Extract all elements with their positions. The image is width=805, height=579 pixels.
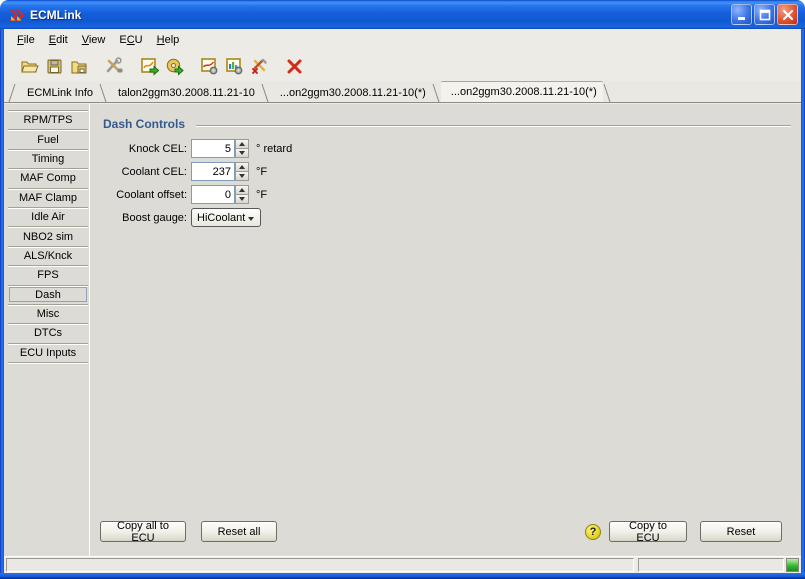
- close-red-x-icon[interactable]: [283, 55, 305, 77]
- menu-ecu[interactable]: ECU: [112, 31, 149, 49]
- minimize-button[interactable]: [731, 4, 752, 25]
- minimize-icon: [736, 9, 748, 21]
- chevron-down-icon: [248, 217, 254, 221]
- coolant-offset-spinner: [235, 185, 249, 204]
- boost-gauge-dropdown[interactable]: HiCoolant: [191, 208, 261, 227]
- coolant-offset-row: Coolant offset: 0 °F: [90, 185, 267, 204]
- coolant-cel-input[interactable]: 237: [191, 162, 235, 181]
- reset-button[interactable]: Reset: [700, 521, 782, 542]
- spin-up-button[interactable]: [235, 185, 249, 195]
- triangle-down-icon: [239, 151, 245, 155]
- sidebar-item-idle-air[interactable]: Idle Air: [8, 208, 88, 227]
- menu-file[interactable]: File: [10, 31, 42, 49]
- field-unit: °F: [256, 189, 267, 201]
- title-bar[interactable]: ECMLink: [0, 0, 805, 29]
- tab-separator: [99, 82, 108, 102]
- group-divider: [196, 125, 791, 126]
- triangle-up-icon: [239, 188, 245, 192]
- tools-icon[interactable]: [103, 55, 125, 77]
- open-file-icon[interactable]: [18, 55, 40, 77]
- tab-separator: [432, 82, 441, 102]
- tab-separator: [603, 82, 612, 102]
- triangle-up-icon: [239, 142, 245, 146]
- triangle-up-icon: [239, 165, 245, 169]
- status-message-panel: [6, 558, 634, 572]
- coolant-cel-row: Coolant CEL: 237 °F: [90, 162, 267, 181]
- toolbar: [4, 51, 801, 81]
- close-icon: [782, 9, 794, 21]
- window-border-right: [801, 29, 805, 579]
- knock-cel-input[interactable]: 5: [191, 139, 235, 158]
- dropdown-value: HiCoolant: [197, 212, 245, 224]
- tab-file-2[interactable]: ...on2ggm30.2008.11.21-10(*): [270, 83, 432, 102]
- client-area: File Edit View ECU Help: [4, 29, 801, 573]
- field-label: Boost gauge:: [90, 212, 187, 224]
- sidebar-item-ecu-inputs[interactable]: ECU Inputs: [8, 344, 88, 363]
- field-label: Coolant CEL:: [90, 166, 187, 178]
- tab-file-1[interactable]: talon2ggm30.2008.11.21-10: [108, 83, 261, 102]
- table-settings-color-icon[interactable]: [223, 55, 245, 77]
- sidebar-item-maf-clamp[interactable]: MAF Clamp: [8, 189, 88, 208]
- tab-page: RPM/TPS Fuel Timing MAF Comp MAF Clamp I…: [4, 104, 801, 557]
- reset-all-button[interactable]: Reset all: [201, 521, 277, 542]
- copy-all-to-ecu-button[interactable]: Copy all to ECU: [100, 521, 186, 542]
- spin-down-button[interactable]: [235, 172, 249, 181]
- close-button[interactable]: [777, 4, 798, 25]
- menu-bar: File Edit View ECU Help: [4, 29, 801, 51]
- window-border-bottom: [0, 573, 805, 579]
- ecmlink-window: ECMLink File Edit View ECU Help: [0, 0, 805, 579]
- maximize-button[interactable]: [754, 4, 775, 25]
- sidebar-item-fuel[interactable]: Fuel: [8, 130, 88, 149]
- app-logo-icon: [7, 6, 25, 24]
- field-label: Knock CEL:: [90, 143, 187, 155]
- sidebar-item-dtcs[interactable]: DTCs: [8, 324, 88, 343]
- sidebar-item-maf-comp[interactable]: MAF Comp: [8, 169, 88, 188]
- import-log-icon[interactable]: [138, 55, 160, 77]
- coolant-offset-input[interactable]: 0: [191, 185, 235, 204]
- knock-cel-spinner: [235, 139, 249, 158]
- tab-separator: [261, 82, 270, 102]
- sidebar-item-dash[interactable]: Dash: [8, 286, 88, 305]
- table-settings-icon[interactable]: [198, 55, 220, 77]
- triangle-down-icon: [239, 197, 245, 201]
- coolant-cel-spinner: [235, 162, 249, 181]
- group-title: Dash Controls: [103, 117, 185, 131]
- maximize-icon: [759, 9, 771, 21]
- status-secondary-panel: [638, 558, 784, 572]
- save-as-icon[interactable]: [68, 55, 90, 77]
- sidebar-item-als-knck[interactable]: ALS/Knck: [8, 247, 88, 266]
- connection-status-led: [786, 558, 799, 572]
- boost-gauge-row: Boost gauge: HiCoolant: [90, 208, 261, 227]
- window-title: ECMLink: [30, 8, 81, 22]
- copy-to-ecu-button[interactable]: Copy to ECU: [609, 521, 687, 542]
- sidebar-item-timing[interactable]: Timing: [8, 150, 88, 169]
- help-icon[interactable]: ?: [585, 524, 601, 540]
- menu-view[interactable]: View: [75, 31, 113, 49]
- sidebar-item-rpm-tps[interactable]: RPM/TPS: [8, 111, 88, 130]
- sidebar-item-nbo2-sim[interactable]: NBO2 sim: [8, 227, 88, 246]
- edit-tools-delete-icon[interactable]: [248, 55, 270, 77]
- read-from-disc-icon[interactable]: [163, 55, 185, 77]
- spin-down-button[interactable]: [235, 149, 249, 158]
- menu-edit[interactable]: Edit: [42, 31, 75, 49]
- tab-edge: [8, 82, 17, 102]
- field-unit: ° retard: [256, 143, 292, 155]
- status-bar: [4, 556, 801, 573]
- sidebar-item-fps[interactable]: FPS: [8, 266, 88, 285]
- field-unit: °F: [256, 166, 267, 178]
- save-icon[interactable]: [43, 55, 65, 77]
- triangle-down-icon: [239, 174, 245, 178]
- spin-up-button[interactable]: [235, 162, 249, 172]
- document-tab-bar: ECMLink Info talon2ggm30.2008.11.21-10 .…: [4, 81, 801, 103]
- knock-cel-row: Knock CEL: 5 ° retard: [90, 139, 292, 158]
- menu-help[interactable]: Help: [150, 31, 187, 49]
- field-label: Coolant offset:: [90, 189, 187, 201]
- spin-down-button[interactable]: [235, 195, 249, 204]
- sidebar-item-misc[interactable]: Misc: [8, 305, 88, 324]
- tab-file-3-active[interactable]: ...on2ggm30.2008.11.21-10(*): [441, 81, 603, 102]
- tab-ecmlink-info[interactable]: ECMLink Info: [17, 83, 99, 102]
- spin-up-button[interactable]: [235, 139, 249, 149]
- category-sidebar: RPM/TPS Fuel Timing MAF Comp MAF Clamp I…: [8, 110, 88, 363]
- dash-panel: Dash Controls Knock CEL: 5 ° retard Cool…: [90, 104, 801, 557]
